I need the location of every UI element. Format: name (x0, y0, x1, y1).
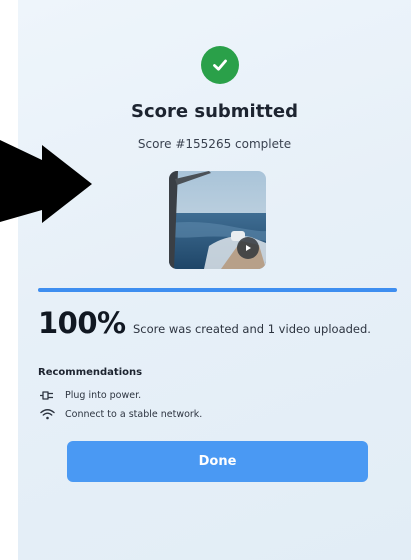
upload-progress-bar (38, 288, 397, 292)
recommendations-heading: Recommendations (38, 367, 143, 378)
upload-status-text: Score was created and 1 video uploaded. (133, 322, 371, 336)
play-icon[interactable] (237, 237, 259, 259)
upload-progress-fill (38, 288, 397, 292)
success-check-icon (201, 46, 239, 84)
power-plug-icon (38, 389, 56, 401)
recommendation-item: Connect to a stable network. (38, 407, 202, 421)
progress-percent: 100% (38, 306, 126, 340)
recommendation-label: Plug into power. (65, 389, 142, 401)
recommendation-item: Plug into power. (38, 388, 141, 402)
screen: Score submitted Score #155265 complete 1… (0, 0, 411, 560)
pointer-arrow-overlay (0, 140, 92, 223)
recommendation-label: Connect to a stable network. (65, 408, 203, 420)
done-button[interactable]: Done (67, 441, 368, 482)
wifi-icon (38, 408, 56, 420)
